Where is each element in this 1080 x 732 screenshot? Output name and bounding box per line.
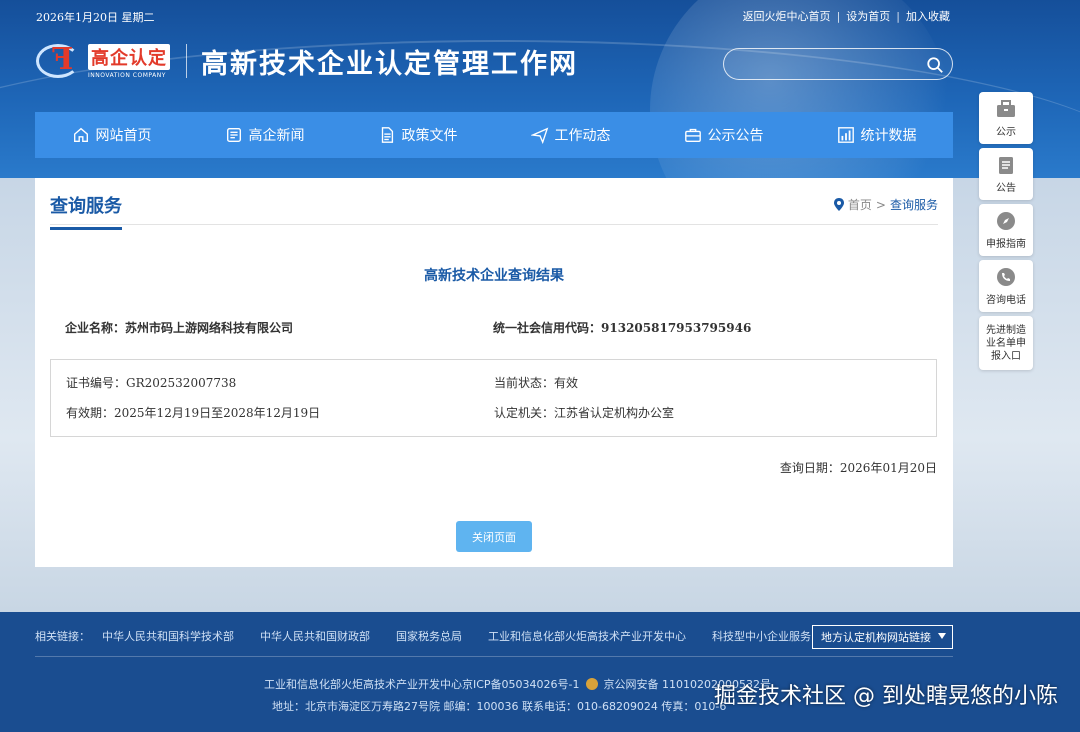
nav-item-work-updates[interactable]: 工作动态 bbox=[530, 125, 611, 145]
certificate-info-box: 证书编号：GR202532007738 当前状态：有效 有效期：2025年12月… bbox=[50, 359, 937, 437]
breadcrumb: 首页 > 查询服务 bbox=[833, 196, 938, 213]
location-pin-icon bbox=[833, 198, 844, 211]
briefcase-icon bbox=[997, 100, 1015, 117]
cert-no-label: 证书编号： bbox=[66, 376, 127, 390]
site-title: 高新技术企业认定管理工作网 bbox=[201, 48, 578, 80]
nav-label: 统计数据 bbox=[860, 128, 917, 144]
phone-icon bbox=[997, 268, 1015, 286]
link-back-torch-home[interactable]: 返回火炬中心首页 bbox=[743, 8, 831, 24]
status-row: 当前状态：有效 bbox=[494, 374, 578, 391]
float-label: 先进制造业名单申报入口 bbox=[986, 324, 1026, 362]
nav-item-home[interactable]: 网站首页 bbox=[72, 125, 152, 145]
local-agency-select-label: 地方认定机构网站链接 bbox=[821, 631, 931, 644]
float-label: 申报指南 bbox=[986, 239, 1026, 250]
main-card: 查询服务 首页 > 查询服务 高新技术企业查询结果 企业名称：苏州市码上游网络科… bbox=[35, 178, 953, 567]
nav-item-announcements[interactable]: 公示公告 bbox=[684, 125, 764, 145]
nav-label: 网站首页 bbox=[95, 128, 152, 144]
logo-text-cn: 高企认定 bbox=[88, 43, 170, 70]
float-label: 公告 bbox=[996, 183, 1016, 194]
home-icon bbox=[73, 127, 88, 142]
footer-icp: 工业和信息化部火炬高技术产业开发中心京ICP备05034026号-1 京公网安备… bbox=[264, 676, 771, 692]
authority-row: 认定机关：江苏省认定机构办公室 bbox=[494, 404, 674, 421]
float-item-guide[interactable]: 申报指南 bbox=[979, 204, 1033, 256]
current-date: 2026年1月20日 星期二 bbox=[36, 11, 155, 24]
main-nav: 网站首页 高企新闻 政策文件 工作动态 公示公告 统计数据 bbox=[35, 112, 953, 158]
validity-label: 有效期： bbox=[66, 406, 115, 420]
header: 2026年1月20日 星期二 返回火炬中心首页 | 设为首页 | 加入收藏 ꟻ … bbox=[0, 0, 1080, 178]
compass-icon bbox=[997, 212, 1015, 230]
search-icon[interactable] bbox=[926, 56, 944, 74]
credit-code-row: 统一社会信用代码：913205817953795946 bbox=[493, 319, 751, 336]
float-item-manufacturing-entry[interactable]: 先进制造业名单申报入口 bbox=[979, 316, 1033, 370]
link-add-favorite[interactable]: 加入收藏 bbox=[906, 8, 950, 24]
footer-link-most[interactable]: 中华人民共和国科学技术部 bbox=[102, 628, 234, 644]
nav-label: 工作动态 bbox=[554, 128, 611, 144]
float-item-publicity[interactable]: 公示 bbox=[979, 92, 1033, 144]
footer-link-torch[interactable]: 工业和信息化部火炬高技术产业开发中心 bbox=[488, 628, 686, 644]
separator: | bbox=[896, 9, 900, 23]
top-links: 返回火炬中心首页 | 设为首页 | 加入收藏 bbox=[743, 8, 950, 24]
chevron-down-icon bbox=[938, 633, 946, 639]
credit-code-value: 913205817953795946 bbox=[601, 321, 752, 335]
send-icon bbox=[530, 127, 548, 144]
related-links-label: 相关链接： bbox=[35, 630, 90, 643]
query-date: 查询日期：2026年01月20日 bbox=[780, 459, 937, 476]
footer: 相关链接： 中华人民共和国科学技术部 中华人民共和国财政部 国家税务总局 工业和… bbox=[0, 612, 1080, 732]
nav-item-statistics[interactable]: 统计数据 bbox=[837, 125, 917, 145]
status-value: 有效 bbox=[554, 376, 579, 390]
authority-label: 认定机关： bbox=[494, 406, 555, 420]
validity-row: 有效期：2025年12月19日至2028年12月19日 bbox=[66, 404, 320, 421]
footer-link-mof[interactable]: 中华人民共和国财政部 bbox=[260, 628, 370, 644]
briefcase-icon bbox=[684, 128, 701, 142]
watermark: 掘金技术社区 @ 到处瞎晃悠的小陈 bbox=[714, 684, 1058, 709]
nav-item-policy[interactable]: 政策文件 bbox=[378, 125, 458, 145]
icp-text: 工业和信息化部火炬高技术产业开发中心京ICP备05034026号-1 bbox=[264, 678, 580, 691]
local-agency-select[interactable]: 地方认定机构网站链接 bbox=[812, 625, 953, 649]
breadcrumb-home[interactable]: 首页 bbox=[848, 196, 872, 213]
footer-address: 地址：北京市海淀区万寿路27号院 邮编：100036 联系电话：010-6820… bbox=[272, 700, 727, 713]
logo-icon: ꟻ bbox=[36, 40, 86, 82]
company-name-row: 企业名称：苏州市码上游网络科技有限公司 bbox=[65, 319, 293, 336]
breadcrumb-separator: > bbox=[875, 197, 886, 212]
nav-label: 公示公告 bbox=[707, 128, 764, 144]
cert-no-value: GR202532007738 bbox=[126, 376, 237, 390]
query-date-label: 查询日期： bbox=[779, 461, 840, 475]
link-set-homepage[interactable]: 设为首页 bbox=[846, 8, 890, 24]
footer-divider bbox=[35, 656, 953, 657]
logo-divider bbox=[186, 44, 187, 78]
float-item-notice[interactable]: 公告 bbox=[979, 148, 1033, 200]
notice-icon bbox=[999, 157, 1013, 174]
search-box bbox=[723, 48, 953, 80]
document-icon bbox=[381, 127, 393, 143]
query-date-value: 2026年01月20日 bbox=[839, 461, 937, 475]
footer-link-tax[interactable]: 国家税务总局 bbox=[396, 628, 462, 644]
separator: | bbox=[836, 9, 841, 23]
page-title: 查询服务 bbox=[50, 192, 122, 230]
company-name-value: 苏州市码上游网络科技有限公司 bbox=[125, 321, 294, 335]
credit-code-label: 统一社会信用代码： bbox=[493, 321, 602, 335]
news-icon bbox=[226, 128, 241, 142]
nav-label: 高企新闻 bbox=[248, 128, 305, 144]
result-title: 高新技术企业查询结果 bbox=[424, 268, 564, 284]
police-badge-icon bbox=[585, 678, 598, 690]
nav-label: 政策文件 bbox=[401, 128, 458, 144]
float-label: 咨询电话 bbox=[986, 295, 1026, 306]
float-label: 公示 bbox=[996, 127, 1016, 138]
side-float-bar: 公示 公告 申报指南 咨询电话 先进制造业名单申报入口 bbox=[979, 92, 1033, 374]
close-page-button[interactable]: 关闭页面 bbox=[456, 521, 532, 552]
footer-link-sme[interactable]: 科技型中小企业服务 bbox=[712, 628, 811, 644]
chart-icon bbox=[837, 127, 854, 143]
company-name-label: 企业名称： bbox=[65, 321, 126, 335]
authority-value: 江苏省认定机构办公室 bbox=[554, 406, 675, 420]
nav-item-news[interactable]: 高企新闻 bbox=[225, 125, 305, 145]
float-item-hotline[interactable]: 咨询电话 bbox=[979, 260, 1033, 312]
title-bar: 查询服务 首页 > 查询服务 bbox=[50, 178, 938, 230]
status-label: 当前状态： bbox=[494, 376, 555, 390]
site-logo[interactable]: ꟻ 高企认定 INNOVATION COMPANY 高新技术企业认定管理工作网 bbox=[36, 40, 578, 82]
validity-value: 2025年12月19日至2028年12月19日 bbox=[114, 406, 321, 420]
logo-text-en: INNOVATION COMPANY bbox=[88, 71, 166, 79]
cert-no-row: 证书编号：GR202532007738 bbox=[66, 374, 236, 391]
breadcrumb-current: 查询服务 bbox=[889, 198, 938, 212]
search-input[interactable] bbox=[736, 55, 926, 75]
